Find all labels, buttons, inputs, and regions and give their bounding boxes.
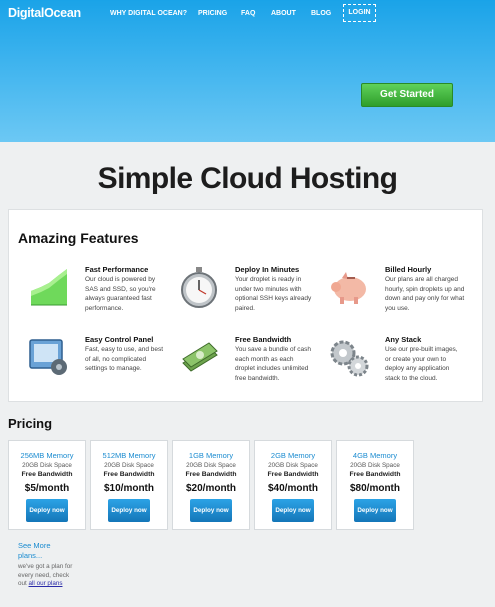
feature-deploy-in-minutes: Deploy In Minutes Your droplet is ready … <box>177 265 327 325</box>
plan-card: 2GB Memory 20GB Disk Space Free Bandwidt… <box>254 440 332 530</box>
plan-price: $5/month <box>24 483 70 494</box>
feature-any-stack: Any Stack Use our pre-built images, or c… <box>327 335 477 395</box>
feature-desc: Our plans are all charged hourly, spin d… <box>385 276 465 312</box>
feature-title: Fast Performance <box>85 265 149 274</box>
pricing-title: Pricing <box>8 416 53 431</box>
stopwatch-icon <box>181 267 217 308</box>
feature-desc: Our cloud is powered by SAS and SSD, so … <box>85 276 156 312</box>
plan-disk: 20GB Disk Space <box>350 462 400 469</box>
chart-icon <box>31 269 67 306</box>
plan-bandwidth: Free Bandwidth <box>349 471 401 478</box>
plan-bandwidth: Free Bandwidth <box>21 471 73 478</box>
feature-desc: Use our pre-built images, or create your… <box>385 346 458 382</box>
deploy-button[interactable]: Deploy now <box>272 499 314 522</box>
plan-bandwidth: Free Bandwidth <box>185 471 237 478</box>
nav-faq[interactable]: FAQ <box>241 10 255 17</box>
plan-memory: 1GB Memory <box>188 451 234 460</box>
deploy-button[interactable]: Deploy now <box>108 499 150 522</box>
plan-card: 1GB Memory 20GB Disk Space Free Bandwidt… <box>172 440 250 530</box>
plan-card: 256MB Memory 20GB Disk Space Free Bandwi… <box>8 440 86 530</box>
plan-price: $40/month <box>267 483 318 494</box>
deploy-button[interactable]: Deploy now <box>190 499 232 522</box>
money-icon <box>182 342 218 372</box>
feature-desc: Your droplet is ready in under two minut… <box>235 276 312 312</box>
features-title: Amazing Features <box>18 230 139 246</box>
feature-free-bandwidth: Free Bandwidth You save a bundle of cash… <box>177 335 327 395</box>
get-started-button[interactable]: Get Started <box>361 83 453 107</box>
plan-card: 512MB Memory 20GB Disk Space Free Bandwi… <box>90 440 168 530</box>
plan-memory: 2GB Memory <box>270 451 316 460</box>
plan-disk: 20GB Disk Space <box>268 462 318 469</box>
nav-why-digital-ocean[interactable]: WHY DIGITAL OCEAN? <box>110 10 187 17</box>
plan-memory: 256MB Memory <box>20 451 74 460</box>
feature-title: Easy Control Panel <box>85 335 154 344</box>
control-panel-icon <box>29 339 67 375</box>
feature-title: Free Bandwidth <box>235 335 292 344</box>
plan-card: 4GB Memory 20GB Disk Space Free Bandwidt… <box>336 440 414 530</box>
gears-icon <box>330 340 369 377</box>
plan-bandwidth: Free Bandwidth <box>103 471 155 478</box>
feature-easy-control-panel: Easy Control Panel Fast, easy to use, an… <box>27 335 177 395</box>
deploy-button[interactable]: Deploy now <box>26 499 68 522</box>
plan-price: $80/month <box>349 483 400 494</box>
plan-price: $10/month <box>103 483 154 494</box>
logo[interactable]: DigitalOcean <box>8 6 81 20</box>
feature-fast-performance: Fast Performance Our cloud is powered by… <box>27 265 177 325</box>
plan-disk: 20GB Disk Space <box>104 462 154 469</box>
plan-price: $20/month <box>185 483 236 494</box>
deploy-button[interactable]: Deploy now <box>354 499 396 522</box>
plan-memory: 512MB Memory <box>102 451 156 460</box>
plan-disk: 20GB Disk Space <box>22 462 72 469</box>
login-button[interactable]: LOGIN <box>343 4 376 22</box>
nav-pricing[interactable]: PRICING <box>198 10 227 17</box>
nav-blog[interactable]: BLOG <box>311 10 331 17</box>
plan-memory: 4GB Memory <box>352 451 398 460</box>
feature-desc: You save a bundle of cash each month as … <box>235 346 312 382</box>
feature-desc: Fast, easy to use, and best of all, no c… <box>85 346 164 372</box>
features-panel: Amazing Features Fast Performance Our cl… <box>8 209 483 402</box>
page-title: Simple Cloud Hosting <box>97 162 398 195</box>
plan-disk: 20GB Disk Space <box>186 462 236 469</box>
plan-bandwidth: Free Bandwidth <box>267 471 319 478</box>
see-more-note: we've got a plan for every need, check o… <box>18 563 76 589</box>
see-more-plans-link[interactable]: See More plans... <box>18 541 73 561</box>
feature-title: Deploy In Minutes <box>235 265 300 274</box>
feature-billed-hourly: Billed Hourly Our plans are all charged … <box>327 265 477 325</box>
hero-banner: DigitalOcean WHY DIGITAL OCEAN? PRICING … <box>0 0 495 142</box>
piggy-bank-icon <box>331 272 366 304</box>
all-plans-link[interactable]: all our plans <box>29 580 63 587</box>
feature-title: Any Stack <box>385 335 422 344</box>
feature-title: Billed Hourly <box>385 265 432 274</box>
nav-about[interactable]: ABOUT <box>271 10 296 17</box>
